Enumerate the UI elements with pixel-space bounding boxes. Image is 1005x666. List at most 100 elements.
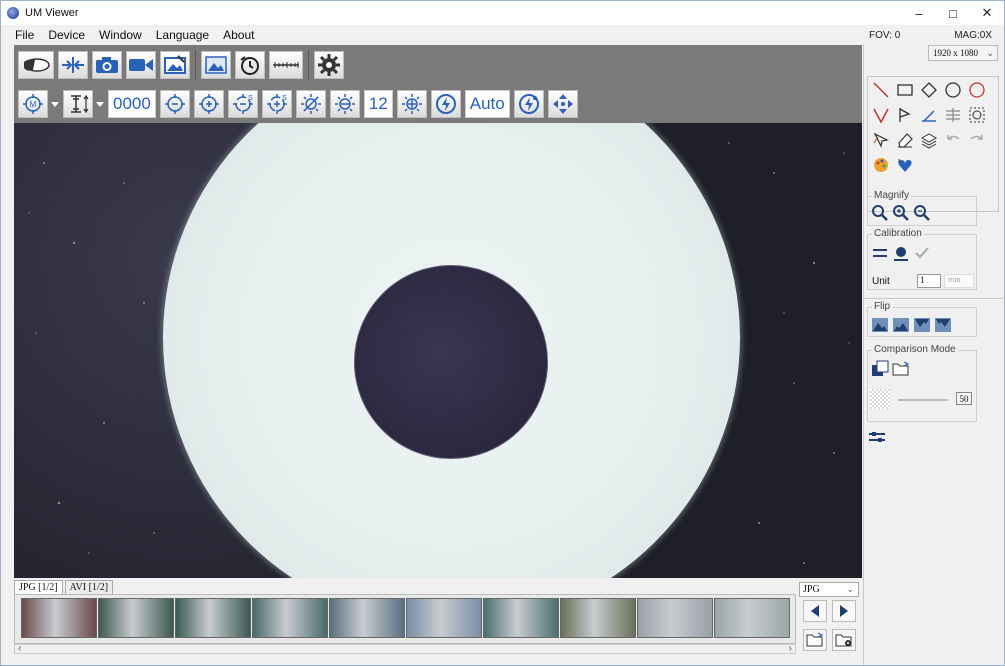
unit-select[interactable]: mm (944, 274, 974, 288)
height-adjust-button[interactable] (63, 90, 93, 118)
calibrate-circle-button[interactable] (891, 243, 911, 263)
thumbnail-scrollbar[interactable]: ‹ › (14, 643, 796, 654)
focus-plus-button[interactable]: S (261, 90, 292, 118)
circle-tool[interactable] (942, 79, 964, 101)
line-tool[interactable] (870, 79, 892, 101)
chevron-down-icon[interactable] (51, 101, 59, 107)
thumbnail-item[interactable] (714, 598, 790, 638)
next-image-button[interactable] (832, 600, 856, 622)
flip-normal-button[interactable] (870, 315, 890, 335)
sliders-icon (869, 432, 885, 442)
magnifier-icon (872, 205, 888, 221)
menu-file[interactable]: File (15, 28, 34, 42)
calibrate-line-button[interactable] (870, 243, 890, 263)
parallel-tool[interactable] (942, 104, 964, 126)
flash-button[interactable] (430, 90, 461, 118)
target-plus-button[interactable] (193, 90, 224, 118)
thumbnail-item[interactable] (483, 598, 559, 638)
scroll-left-icon[interactable]: ‹ (18, 643, 21, 654)
adjust-settings-button[interactable] (867, 427, 887, 447)
folder-open-icon (806, 632, 824, 647)
undo-button[interactable] (942, 129, 964, 151)
thumbnail-item[interactable] (329, 598, 405, 638)
target-plus-icon (198, 94, 219, 114)
image-view-button[interactable] (201, 51, 231, 79)
capture-photo-button[interactable] (92, 51, 122, 79)
close-button[interactable]: ✕ (970, 1, 1004, 25)
angle-tool[interactable] (870, 104, 892, 126)
open-folder-button[interactable] (803, 629, 827, 651)
move-button[interactable] (547, 90, 578, 118)
opacity-slider[interactable] (898, 399, 948, 401)
brightness-minus-button[interactable] (295, 90, 326, 118)
color-palette-tool[interactable] (870, 154, 892, 176)
layers-tool[interactable] (918, 129, 940, 151)
flip-horizontal-icon (893, 318, 909, 332)
thumbnail-item[interactable] (21, 598, 97, 638)
timer-button[interactable] (235, 51, 265, 79)
rectangle-tool[interactable] (894, 79, 916, 101)
focus-minus-button[interactable]: S (227, 90, 258, 118)
menu-window[interactable]: Window (99, 28, 142, 42)
measurement-mode-button[interactable]: M (18, 90, 48, 118)
brightness-plus-button[interactable] (396, 90, 427, 118)
photo-edit-button[interactable] (160, 51, 190, 79)
maximize-button[interactable]: □ (936, 1, 970, 25)
circle-3pt-tool[interactable] (966, 79, 988, 101)
thumbnail-item[interactable] (406, 598, 482, 638)
compress-button[interactable] (58, 51, 88, 79)
menu-about[interactable]: About (223, 28, 254, 42)
flip-both-button[interactable] (933, 315, 953, 335)
eraser-icon (898, 133, 913, 148)
calibrate-confirm-button[interactable] (912, 243, 932, 263)
magnify-button[interactable] (870, 203, 890, 223)
scroll-right-icon[interactable]: › (789, 643, 792, 654)
comparison-open-button[interactable] (891, 359, 911, 379)
ruler-button[interactable] (269, 51, 303, 79)
unit-value-input[interactable]: 1 (917, 274, 941, 288)
thumbnail-item[interactable] (252, 598, 328, 638)
compress-icon (62, 57, 84, 73)
thumbnail-strip (14, 594, 796, 644)
calibrate-lines-icon (873, 249, 887, 257)
settings-button[interactable] (314, 51, 344, 79)
diamond-tool[interactable] (918, 79, 940, 101)
record-video-button[interactable] (126, 51, 156, 79)
flip-horizontal-button[interactable] (891, 315, 911, 335)
line-style-tool[interactable] (894, 154, 916, 176)
minimize-button[interactable]: – (902, 1, 936, 25)
zoom-in-button[interactable] (891, 203, 911, 223)
format-select[interactable]: JPG ⌄ (799, 582, 859, 597)
tab-jpg[interactable]: JPG [1/2] (14, 580, 63, 594)
led-light-button[interactable] (18, 51, 54, 79)
resolution-select[interactable]: 1920 x 1080 ⌄ (928, 45, 998, 61)
chevron-down-icon[interactable] (96, 101, 104, 107)
perpendicular-tool[interactable] (918, 104, 940, 126)
menu-bar: File Device Window Language About (1, 25, 863, 45)
target-minus-button[interactable] (159, 90, 190, 118)
prev-image-button[interactable] (803, 600, 827, 622)
redo-button[interactable] (966, 129, 988, 151)
zoom-out-button[interactable] (912, 203, 932, 223)
thumbnail-item[interactable] (98, 598, 174, 638)
comparison-overlay-button[interactable] (870, 359, 890, 379)
window-title: UM Viewer (25, 7, 79, 19)
eraser-tool[interactable] (894, 129, 916, 151)
target-minus-icon (164, 94, 185, 114)
pointer-tool[interactable] (870, 129, 892, 151)
toolbar-separator (195, 50, 196, 80)
flip-vertical-button[interactable] (912, 315, 932, 335)
thumbnail-item[interactable] (637, 598, 713, 638)
flash-alt-button[interactable] (513, 90, 544, 118)
thumbnail-item[interactable] (175, 598, 251, 638)
select-area-tool[interactable] (966, 104, 988, 126)
menu-device[interactable]: Device (48, 28, 85, 42)
menu-language[interactable]: Language (156, 28, 209, 42)
folder-settings-button[interactable] (832, 629, 856, 651)
tab-avi[interactable]: AVI [1/2] (64, 580, 114, 594)
auto-button[interactable]: Auto (464, 90, 510, 118)
brightness-button[interactable] (329, 90, 360, 118)
point-tool[interactable] (894, 104, 916, 126)
thumbnail-item[interactable] (560, 598, 636, 638)
microscope-view[interactable] (14, 123, 862, 578)
